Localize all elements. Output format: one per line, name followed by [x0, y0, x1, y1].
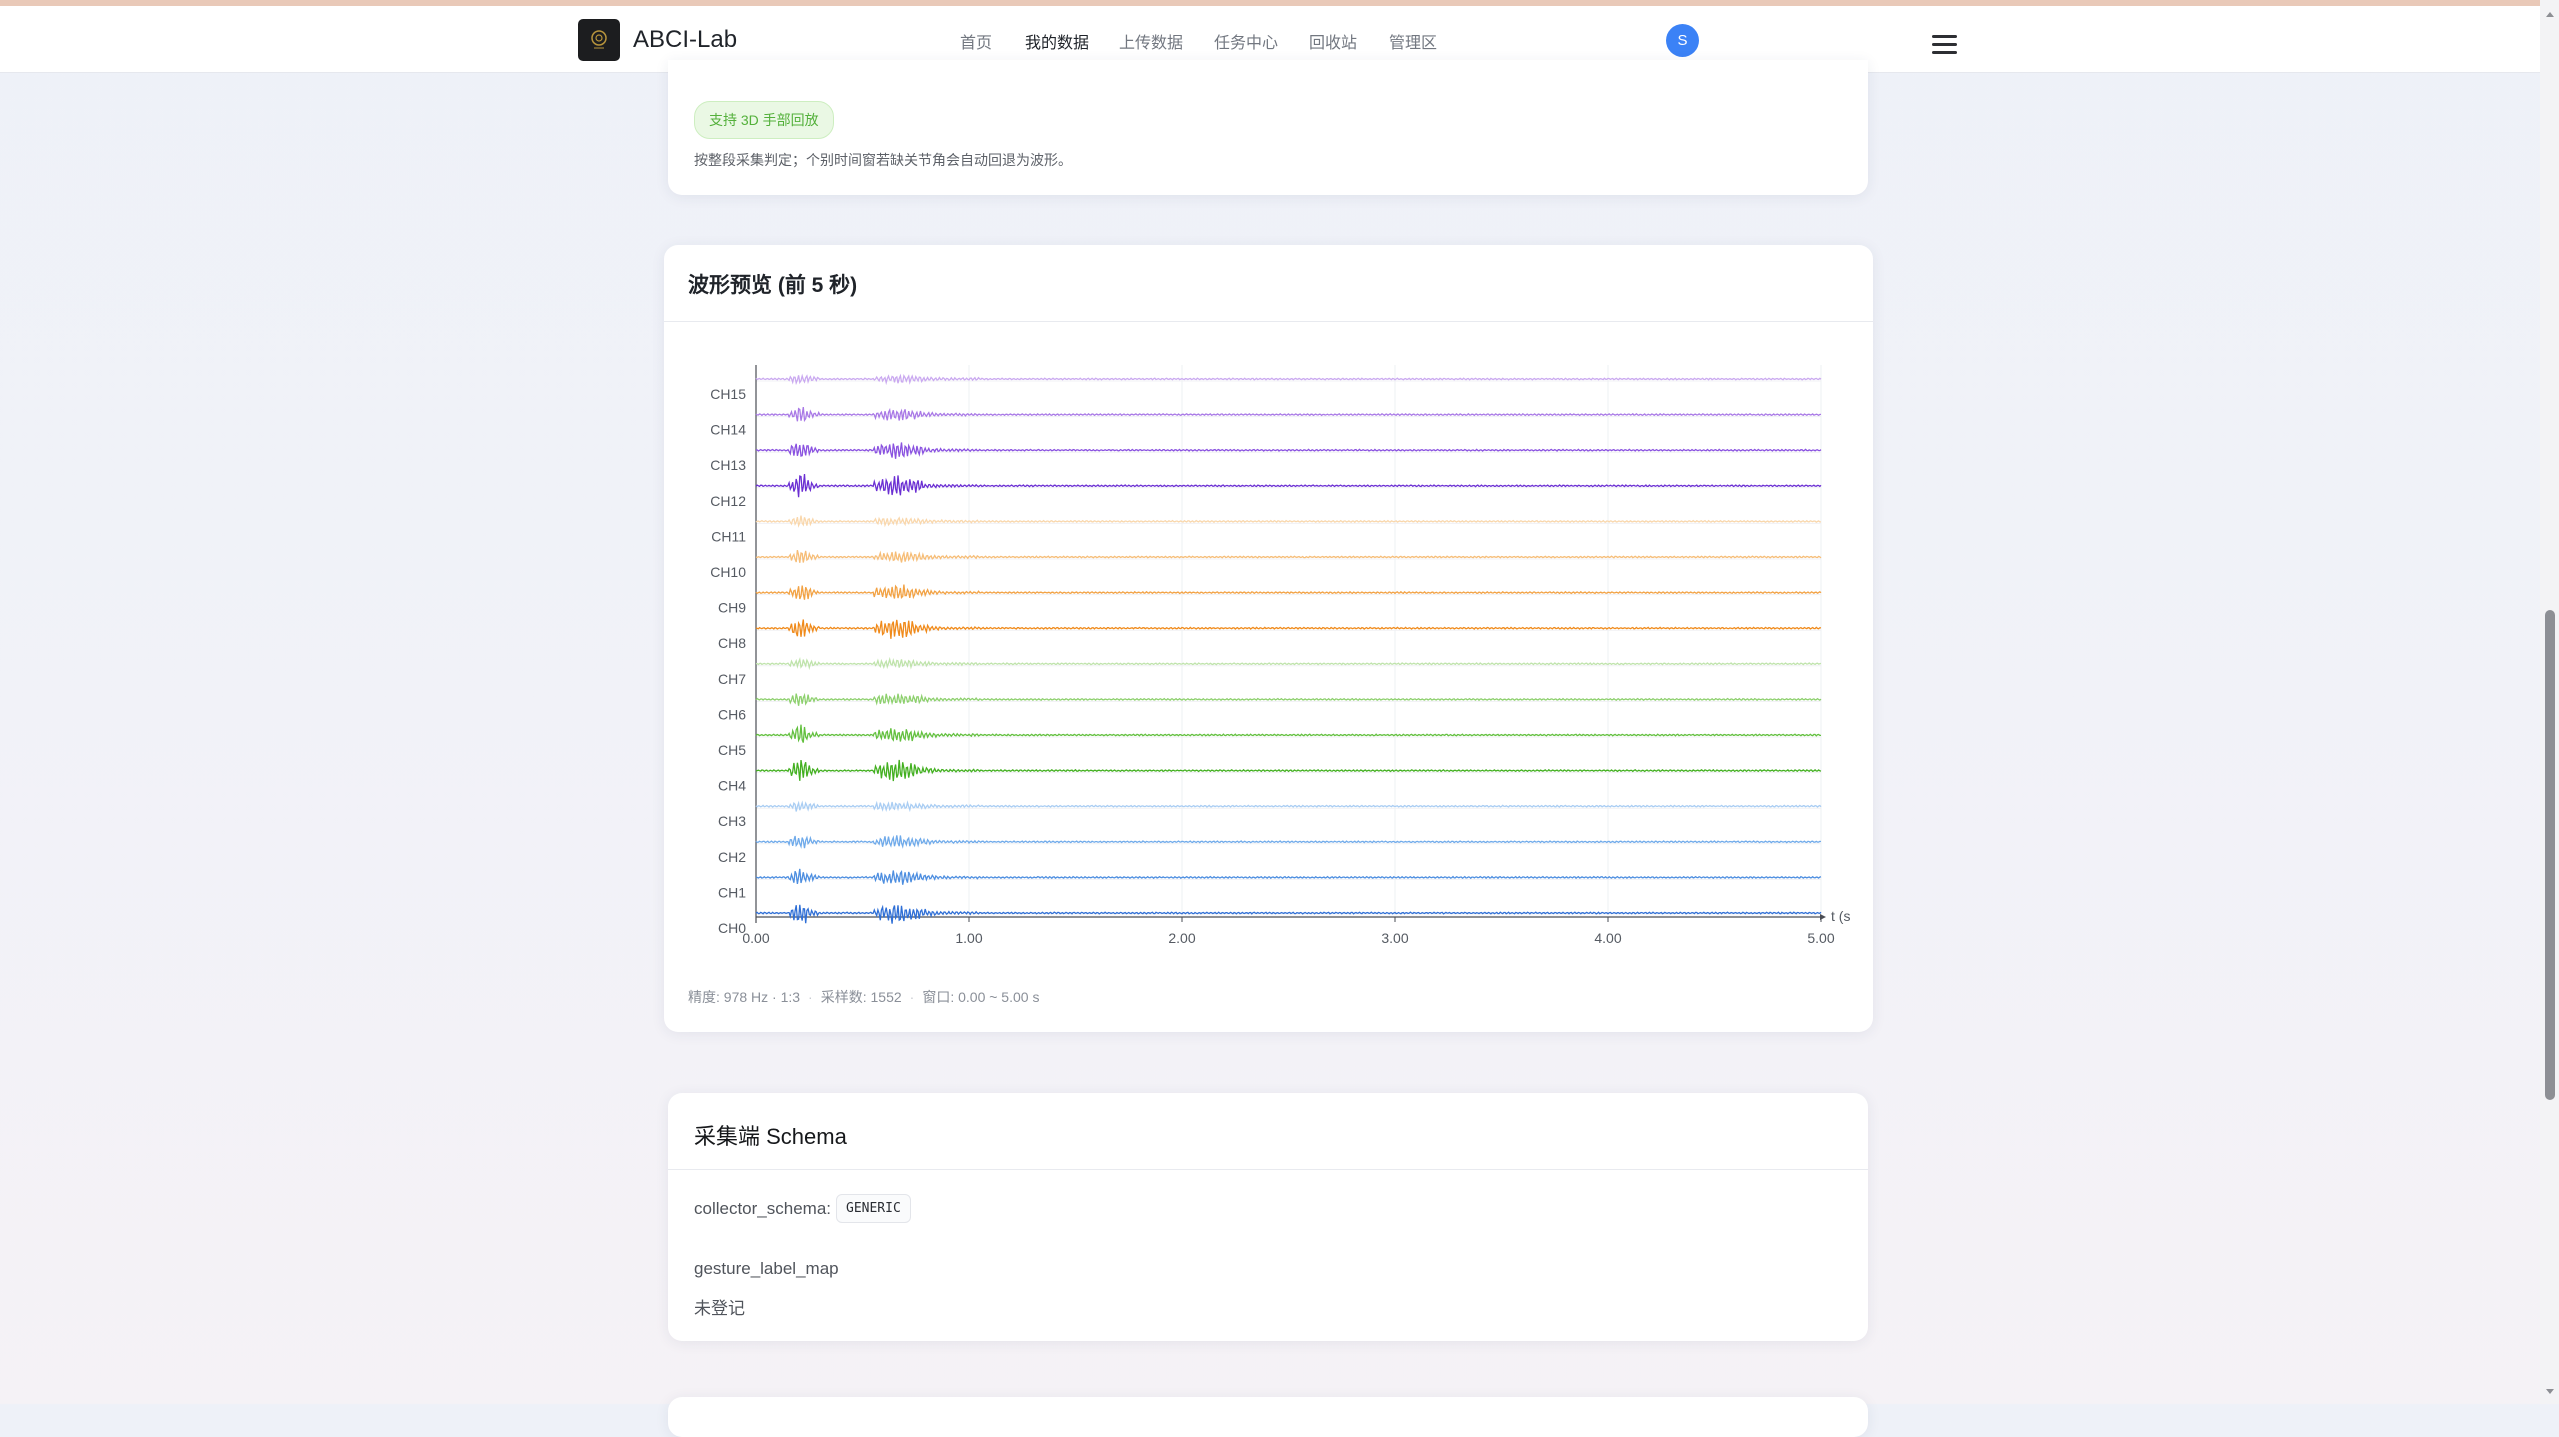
x-tick-label: 2.00 — [1168, 930, 1195, 946]
gesture-label-map-label: gesture_label_map — [694, 1259, 839, 1278]
nav-item-recycle-bin[interactable]: 回收站 — [1309, 29, 1357, 53]
channel-label-ch13: CH13 — [710, 457, 746, 473]
brand-name[interactable]: ABCI-Lab — [633, 26, 737, 54]
waveform-meta: 精度: 978 Hz · 1:3 · 采样数: 1552 · 窗口: 0.00 ~ 5.… — [688, 989, 1040, 1005]
series-line-ch2 — [755, 835, 1822, 849]
series-line-ch4 — [755, 759, 1822, 782]
schema-title: 采集端 Schema — [694, 1124, 847, 1149]
schema-card: 采集端 Schema collector_schema: GENERIC ges… — [668, 1093, 1868, 1341]
replay-support-badge: 支持 3D 手部回放 — [694, 101, 834, 139]
series-line-ch0 — [755, 904, 1822, 924]
x-tick-label: 4.00 — [1594, 930, 1621, 946]
channel-label-ch7: CH7 — [718, 671, 746, 687]
nav-item-admin[interactable]: 管理区 — [1389, 29, 1437, 53]
channel-label-ch8: CH8 — [718, 635, 746, 651]
x-tick-label: 1.00 — [955, 930, 982, 946]
collector-schema-label: collector_schema: — [694, 1199, 832, 1218]
x-axis-label: t (s — [1831, 908, 1850, 924]
channel-label-ch3: CH3 — [718, 813, 746, 829]
waveform-divider — [664, 321, 1873, 322]
scroll-up-arrow-icon[interactable] — [2543, 8, 2557, 22]
channel-label-ch10: CH10 — [710, 564, 746, 580]
channel-label-ch9: CH9 — [718, 600, 746, 616]
channel-label-ch6: CH6 — [718, 706, 746, 722]
nav-item-my-data[interactable]: 我的数据 — [1025, 29, 1089, 53]
scroll-down-arrow-icon[interactable] — [2543, 1384, 2557, 1398]
channel-label-ch14: CH14 — [710, 422, 746, 438]
user-avatar[interactable]: S — [1666, 24, 1699, 57]
hamburger-menu-icon[interactable] — [1932, 35, 1957, 55]
replay-card: 支持 3D 手部回放 按整段采集判定；个别时间窗若缺关节角会自动回退为波形。 — [668, 60, 1868, 195]
series-line-ch3 — [755, 800, 1822, 813]
gesture-label-map-value: 未登记 — [694, 1299, 745, 1318]
channel-label-ch2: CH2 — [718, 849, 746, 865]
series-line-ch15 — [755, 373, 1822, 386]
schema-divider — [668, 1169, 1868, 1170]
x-tick-label: 3.00 — [1381, 930, 1408, 946]
series-line-ch1 — [755, 868, 1822, 885]
series-line-ch11 — [755, 515, 1821, 528]
series-line-ch13 — [755, 442, 1822, 459]
series-line-ch14 — [755, 407, 1822, 423]
series-line-ch12 — [755, 473, 1822, 498]
waveform-card: 波形预览 (前 5 秒) 0.00 1.00 2.00 3.00 4.00 5.00 t (… — [664, 245, 1873, 1032]
series-line-ch9 — [755, 584, 1822, 600]
replay-note: 按整段采集判定；个别时间窗若缺关节角会自动回退为波形。 — [694, 152, 1072, 168]
x-tick-label: 5.00 — [1807, 930, 1834, 946]
scrollbar-thumb[interactable] — [2545, 610, 2555, 1100]
channel-label-ch4: CH4 — [718, 778, 746, 794]
channel-label-ch15: CH15 — [710, 386, 746, 402]
collector-schema-value: GENERIC — [836, 1194, 911, 1223]
next-card — [668, 1397, 1868, 1437]
series-line-ch8 — [755, 619, 1822, 639]
channel-label-ch1: CH1 — [718, 884, 746, 900]
nav-item-tasks[interactable]: 任务中心 — [1214, 29, 1278, 53]
waveform-chart[interactable]: 0.00 1.00 2.00 3.00 4.00 5.00 t (s CH0 CH1 CH2 CH3… — [664, 345, 1873, 1205]
channel-label-ch0: CH0 — [718, 920, 746, 936]
nav-item-home[interactable]: 首页 — [960, 29, 992, 53]
logo-icon[interactable] — [578, 19, 620, 61]
channel-label-ch11: CH11 — [711, 528, 746, 544]
series-line-ch6 — [755, 692, 1822, 706]
series-line-ch5 — [755, 724, 1821, 743]
nav-item-upload[interactable]: 上传数据 — [1119, 29, 1183, 53]
series-line-ch10 — [755, 549, 1822, 563]
meta-window: 窗口: 0.00 ~ 5.00 s — [922, 989, 1040, 1005]
meta-samples: 采样数: 1552 — [820, 989, 902, 1005]
x-tick-label: 0.00 — [742, 930, 769, 946]
channel-label-ch5: CH5 — [718, 742, 746, 758]
meta-precision: 精度: 978 Hz · 1:3 — [688, 989, 801, 1005]
series-line-ch7 — [756, 656, 1822, 671]
waveform-title: 波形预览 (前 5 秒) — [688, 274, 858, 297]
channel-label-ch12: CH12 — [710, 493, 746, 509]
